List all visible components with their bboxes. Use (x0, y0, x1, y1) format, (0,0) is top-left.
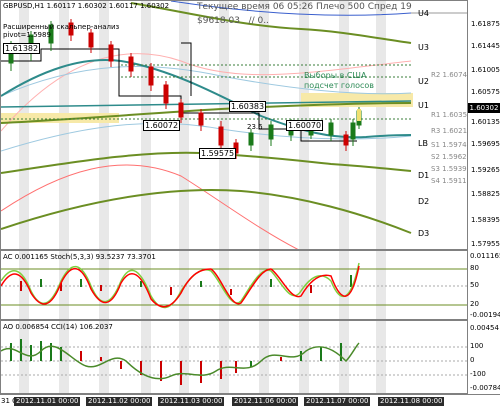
level-u4: U4 (418, 9, 429, 18)
ao-cci-canvas (1, 321, 467, 393)
fib-label: 23.6 (247, 123, 263, 131)
price-tick: 1.61005 (471, 66, 500, 74)
ac-tick: 80 (470, 264, 479, 272)
price-chart-canvas (1, 1, 467, 249)
time-axis[interactable]: 31 Oct 2012 2012.11.01 00:00 2012.11.02 … (0, 394, 500, 409)
time-info: Текущее время 06 05:26 Плечо 500 Спред 1… (197, 2, 412, 12)
level-d3: D3 (418, 229, 430, 238)
ac-axis[interactable]: 0.011165 80 50 20 -0.00194 (468, 250, 500, 320)
level-u2: U2 (418, 77, 429, 86)
scalper-label: Расширенный скальпер-анализ (3, 23, 120, 31)
price-tick: 1.59265 (471, 166, 500, 174)
price-tick: 1.59695 (471, 140, 500, 148)
time-tick: 2012.11.01 00:00 (14, 397, 81, 406)
price-tick: 1.60135 (471, 118, 500, 126)
pivot-label: pivot=1.5989 (3, 31, 51, 39)
time-tick: 2012.11.07 00:00 (304, 397, 371, 406)
level-lb: LB (418, 139, 428, 148)
ac-tick: -0.00194 (470, 311, 500, 319)
level-tag-r2: R2 1.6074 (431, 71, 468, 79)
ao-tick: -100 (470, 370, 486, 378)
level-tag-s4: S4 1.5911 (431, 177, 467, 185)
ac-tick: 0.011165 (470, 252, 500, 260)
price-tick: 1.60575 (471, 88, 500, 96)
level-tag-s2: S2 1.5962 (431, 153, 467, 161)
ao-axis[interactable]: 0.00454 100 0 -100 -0.00784 (468, 320, 500, 394)
current-price-marker: 1.60302 (468, 103, 500, 113)
price-tick: 1.57955 (471, 240, 500, 248)
price-box-3: 1.60072 (143, 120, 181, 131)
symbol-info: GBPUSD,H1 1.60117 1.60302 1.60117 1.6030… (3, 2, 170, 10)
price-box-2: 1.60383 (229, 101, 267, 112)
level-tag-s1: S1 1.5974 (431, 141, 467, 149)
ao-tick: 100 (470, 342, 484, 350)
price-box-1: 1.61382 (3, 43, 41, 54)
ao-cci-title: AO 0.006854 CCI(14) 106.2037 (3, 323, 113, 331)
ac-stoch-panel[interactable]: AC 0.001165 Stoch(5,3,3) 93.5237 73.3701 (0, 250, 468, 320)
ac-tick: 50 (470, 281, 479, 289)
price-axis[interactable]: 1.61875 1.61445 1.61005 1.60575 1.60135 … (468, 0, 500, 250)
ac-tick: 20 (470, 300, 479, 308)
time-tick: 2012.11.08 00:00 (378, 397, 445, 406)
price-tick: 1.61445 (471, 42, 500, 50)
level-tag-r3: R3 1.6021 (431, 127, 468, 135)
price-box-5: 1.59575 (199, 148, 237, 159)
ao-cci-panel[interactable]: AO 0.006854 CCI(14) 106.2037 (0, 320, 468, 394)
price-chart-panel[interactable]: GBPUSD,H1 1.60117 1.60302 1.60117 1.6030… (0, 0, 468, 250)
level-u3: U3 (418, 43, 429, 52)
price-box-4: 1.60070 (286, 120, 324, 131)
level-tag-s3: S3 1.5939 (431, 165, 467, 173)
time-tick: 2012.11.02 00:00 (86, 397, 153, 406)
annotation-line2: подсчет голосов (304, 81, 375, 90)
ac-stoch-title: AC 0.001165 Stoch(5,3,3) 93.5237 73.3701 (3, 253, 156, 261)
annotation-line1: Выборы в США (304, 71, 367, 80)
mt4-chart-window: GBPUSD,H1 1.60117 1.60302 1.60117 1.6030… (0, 0, 500, 409)
price-tick: 1.58825 (471, 190, 500, 198)
ac-stoch-canvas (1, 251, 467, 319)
equity: $9618.03 // 0.. (197, 16, 269, 26)
ao-tick: -0.00784 (470, 384, 500, 392)
time-tick: 2012.11.03 00:00 (158, 397, 225, 406)
ao-tick: 0 (470, 356, 475, 364)
level-d1: D1 (418, 171, 430, 180)
price-tick: 1.58395 (471, 216, 500, 224)
level-d2: D2 (418, 197, 430, 206)
level-tag-r1: R1 1.6035 (431, 111, 468, 119)
time-tick: 2012.11.06 00:00 (232, 397, 299, 406)
level-u1: U1 (418, 101, 429, 110)
price-tick: 1.61875 (471, 20, 500, 28)
ao-tick: 0.00454 (470, 324, 499, 332)
